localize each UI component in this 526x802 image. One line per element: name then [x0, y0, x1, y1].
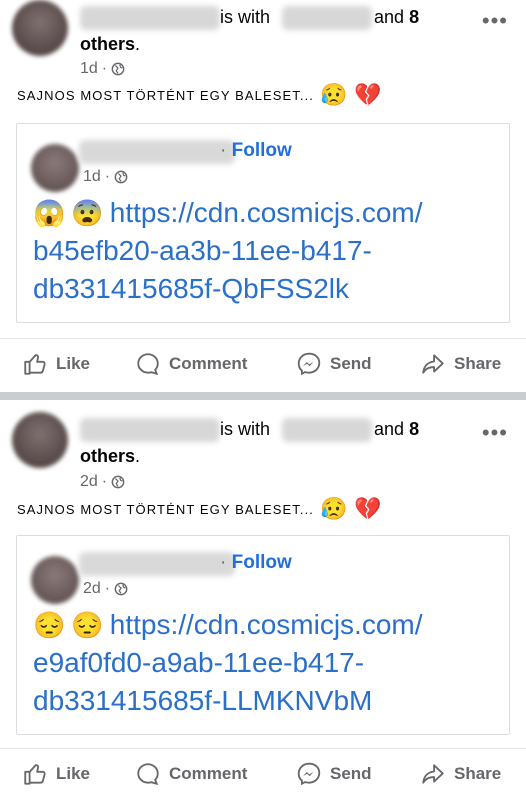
follow-button[interactable]: · Follow [220, 140, 292, 162]
pensive-face-emoji: 😔 [71, 610, 104, 640]
shared-author-avatar[interactable] [31, 144, 79, 192]
shared-post-time[interactable]: 2d [83, 580, 101, 598]
with-text: is with [220, 7, 271, 27]
send-button[interactable]: Send [296, 761, 372, 787]
and-others-text: and 8 [374, 419, 420, 439]
post-time[interactable]: 1d [80, 60, 98, 78]
shared-link-line-2[interactable]: b45efb20-aa3b-11ee-b417- [33, 232, 372, 270]
follow-button[interactable]: · Follow [220, 552, 292, 574]
tagged-name-redacted[interactable] [282, 418, 372, 442]
sad-face-emoji: 😥 [320, 496, 348, 521]
post-actions-bar: Like Comment Send Share [0, 338, 526, 389]
post-meta: 1d · [80, 60, 125, 78]
shared-link-line-3[interactable]: db331415685f-LLMKNVbM [33, 682, 372, 720]
globe-icon [114, 582, 128, 596]
shared-post-time[interactable]: 1d [83, 168, 101, 186]
others-link[interactable]: others. [80, 443, 140, 469]
meta-separator: · [101, 60, 108, 77]
like-button[interactable]: Like [22, 761, 90, 787]
post-message: SAJNOS MOST TÖRTÉNT EGY BALESET... 😥 💔 [17, 498, 382, 520]
post-message: SAJNOS MOST TÖRTÉNT EGY BALESET... 😥 💔 [17, 84, 382, 106]
like-button[interactable]: Like [22, 351, 90, 377]
shared-author-name-redacted[interactable] [79, 140, 235, 164]
pensive-face-emoji: 😔 [33, 610, 66, 640]
globe-icon [114, 170, 128, 184]
broken-heart-emoji: 💔 [354, 82, 382, 107]
tagged-name-redacted[interactable] [282, 6, 372, 30]
author-name-redacted[interactable] [80, 418, 220, 442]
post-message-text: SAJNOS MOST TÖRTÉNT EGY BALESET... [17, 87, 314, 103]
comment-icon [137, 763, 159, 786]
shared-post-card[interactable]: · Follow 1d · 😱 😨 https://cdn.cosmicjs.com… [16, 123, 510, 323]
others-link[interactable]: others. [80, 31, 140, 57]
shared-post-meta: 2d · [83, 580, 128, 598]
and-others-text: and 8 [374, 7, 420, 27]
feed-post-2: is with and 8 others. 2d · ••• SAJNOS MO… [0, 400, 526, 792]
post-time[interactable]: 2d [80, 473, 98, 491]
share-arrow-icon [422, 354, 444, 374]
meta-separator: · [101, 473, 108, 490]
share-arrow-icon [422, 764, 444, 784]
thumbs-up-icon [24, 354, 46, 375]
comment-icon [137, 353, 159, 376]
globe-icon [111, 62, 125, 76]
thumbs-up-icon [24, 764, 46, 785]
shared-post-card[interactable]: · Follow 2d · 😔 😔 https://cdn.cosmicjs.com… [16, 535, 510, 735]
screaming-face-emoji: 😱 [33, 198, 66, 228]
post-divider [0, 392, 526, 400]
globe-icon [111, 475, 125, 489]
with-text: is with [220, 419, 271, 439]
broken-heart-emoji: 💔 [354, 496, 382, 521]
shared-author-name-redacted[interactable] [79, 552, 235, 576]
feed-post-1: is with and 8 others. 1d · ••• SAJNOS MO… [0, 0, 526, 392]
author-name-redacted[interactable] [80, 6, 220, 30]
shared-link-line-1[interactable]: 😱 😨 https://cdn.cosmicjs.com/ [33, 194, 423, 232]
post-meta: 2d · [80, 473, 125, 491]
shared-author-avatar[interactable] [31, 556, 79, 604]
comment-button[interactable]: Comment [135, 761, 247, 787]
send-button[interactable]: Send [296, 351, 372, 377]
more-options-icon[interactable]: ••• [482, 420, 508, 446]
shared-link-line-3[interactable]: db331415685f-QbFSS2lk [33, 270, 349, 308]
fearful-face-emoji: 😨 [71, 198, 104, 228]
comment-button[interactable]: Comment [135, 351, 247, 377]
post-actions-bar: Like Comment Send Share [0, 748, 526, 799]
messenger-icon [297, 352, 321, 376]
more-options-icon[interactable]: ••• [482, 8, 508, 34]
shared-link-line-1[interactable]: 😔 😔 https://cdn.cosmicjs.com/ [33, 606, 423, 644]
shared-post-meta: 1d · [83, 168, 128, 186]
share-button[interactable]: Share [420, 351, 501, 377]
share-button[interactable]: Share [420, 761, 501, 787]
sad-face-emoji: 😥 [320, 82, 348, 107]
author-avatar[interactable] [12, 0, 68, 56]
post-message-text: SAJNOS MOST TÖRTÉNT EGY BALESET... [17, 501, 314, 517]
shared-link-line-2[interactable]: e9af0fd0-a9ab-11ee-b417- [33, 644, 364, 682]
messenger-icon [297, 762, 321, 786]
author-avatar[interactable] [12, 412, 68, 468]
